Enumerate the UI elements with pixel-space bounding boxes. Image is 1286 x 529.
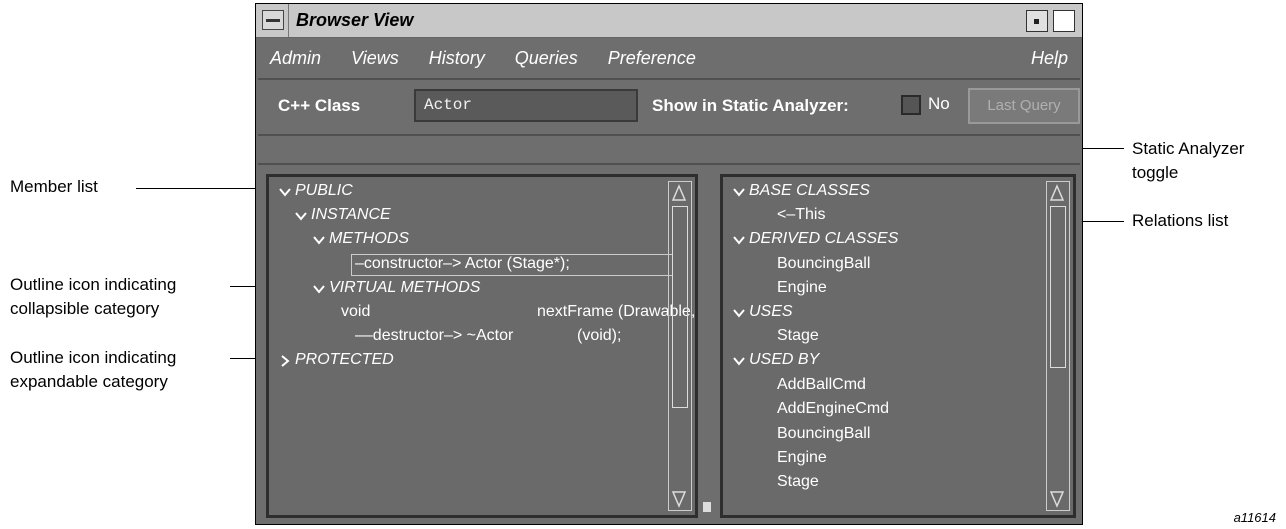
divider — [258, 78, 1080, 80]
callout-collapsible-2: collapsible category — [10, 299, 160, 318]
member-constructor[interactable]: –constructor–> Actor (Stage*); — [355, 255, 570, 273]
callout-toggle-1: Static Analyzer — [1132, 139, 1245, 158]
diamond-open-icon[interactable] — [295, 210, 307, 222]
title-divider — [288, 4, 289, 37]
minimize-button[interactable] — [1026, 10, 1048, 32]
diamond-open-icon[interactable] — [733, 234, 745, 246]
window-controls — [1020, 6, 1080, 34]
class-label: C++ Class — [278, 96, 361, 115]
category-base-classes[interactable]: BASE CLASSES — [749, 182, 870, 200]
category-used-by[interactable]: USED BY — [749, 351, 819, 369]
member-return-type[interactable]: void — [341, 303, 370, 321]
scroll-up-icon[interactable] — [1049, 184, 1065, 202]
show-in-analyzer-label: Show in Static Analyzer: — [652, 96, 849, 115]
scroll-down-icon[interactable] — [671, 490, 687, 508]
callout-relations-list: Relations list — [1132, 211, 1229, 230]
relations-list[interactable]: BASE CLASSES <–This DERIVED CLASSES Boun… — [720, 174, 1076, 518]
menu-preference[interactable]: Preference — [608, 48, 696, 69]
static-analyzer-toggle[interactable] — [901, 95, 921, 115]
relation-item[interactable]: Engine — [777, 449, 827, 467]
diamond-open-icon[interactable] — [279, 186, 291, 198]
relation-item[interactable]: Stage — [777, 473, 819, 491]
relation-item[interactable]: BouncingBall — [777, 255, 870, 273]
callout-member-list: Member list — [10, 177, 98, 196]
diamond-open-icon[interactable] — [313, 234, 325, 246]
menu-history[interactable]: History — [429, 48, 485, 69]
relation-item[interactable]: AddBallCmd — [777, 376, 866, 394]
callout-collapsible-1: Outline icon indicating — [10, 275, 177, 294]
diamond-open-icon[interactable] — [733, 186, 745, 198]
callout-expandable-2: expandable category — [10, 372, 168, 391]
menu-admin[interactable]: Admin — [270, 48, 321, 69]
pane-sash[interactable] — [703, 502, 711, 512]
diamond-open-icon[interactable] — [313, 283, 325, 295]
category-uses[interactable]: USES — [749, 303, 793, 321]
divider — [258, 134, 1080, 136]
member-destructor-args[interactable]: (void); — [577, 327, 621, 345]
scroll-thumb[interactable] — [1050, 206, 1066, 368]
relation-item[interactable]: AddEngineCmd — [777, 400, 889, 418]
figure-id: a11614 — [1233, 510, 1276, 525]
scroll-thumb[interactable] — [672, 206, 688, 408]
category-methods[interactable]: METHODS — [329, 230, 409, 248]
category-virtual-methods[interactable]: VIRTUAL METHODS — [329, 279, 480, 297]
relations-list-scrollbar[interactable] — [1046, 181, 1070, 511]
scroll-down-icon[interactable] — [1049, 490, 1065, 508]
category-public[interactable]: PUBLIC — [295, 182, 353, 200]
category-protected[interactable]: PROTECTED — [295, 351, 394, 369]
callout-toggle-2: toggle — [1132, 163, 1179, 182]
chevron-right-icon[interactable] — [279, 355, 291, 367]
toggle-value: No — [928, 94, 950, 113]
browser-view-window: Browser View Admin Views History Queries… — [255, 3, 1083, 525]
menu-help[interactable]: Help — [1031, 48, 1068, 69]
menu-bar: Admin Views History Queries Preference H… — [258, 40, 1080, 76]
query-row: C++ Class Actor Show in Static Analyzer:… — [256, 86, 1082, 126]
title-bar[interactable]: Browser View — [256, 4, 1082, 38]
category-instance[interactable]: INSTANCE — [311, 206, 391, 224]
scroll-up-icon[interactable] — [671, 184, 687, 202]
last-query-button[interactable]: Last Query — [968, 88, 1080, 124]
relation-item[interactable]: Stage — [777, 327, 819, 345]
diamond-open-icon[interactable] — [733, 307, 745, 319]
maximize-button[interactable] — [1053, 10, 1075, 32]
relation-item[interactable]: BouncingBall — [777, 425, 870, 443]
window-menu-button[interactable] — [262, 10, 284, 30]
menu-queries[interactable]: Queries — [515, 48, 578, 69]
divider — [258, 163, 1080, 165]
category-derived-classes[interactable]: DERIVED CLASSES — [749, 230, 898, 248]
member-list[interactable]: PUBLIC INSTANCE METHODS –constructor–> A… — [266, 174, 698, 518]
callout-expandable-1: Outline icon indicating — [10, 348, 177, 367]
callout-line — [136, 188, 263, 189]
relation-item[interactable]: Engine — [777, 279, 827, 297]
window-title: Browser View — [296, 10, 414, 30]
menu-views[interactable]: Views — [351, 48, 399, 69]
member-destructor[interactable]: ––destructor–> ~Actor — [355, 327, 513, 345]
member-list-scrollbar[interactable] — [668, 181, 692, 511]
relation-item[interactable]: <–This — [777, 206, 825, 224]
diamond-open-icon[interactable] — [733, 355, 745, 367]
class-field[interactable]: Actor — [414, 89, 638, 122]
